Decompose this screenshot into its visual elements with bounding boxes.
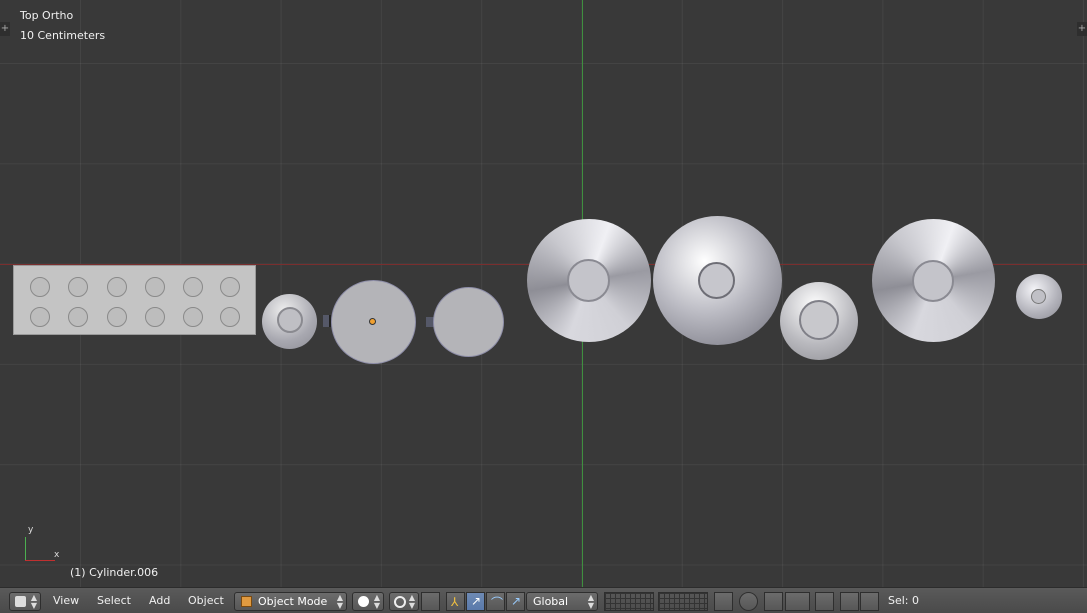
cylinder-object[interactable] [331, 280, 416, 364]
brick-stud [68, 307, 88, 327]
rotate-button[interactable]: ⌒ [486, 592, 505, 611]
brick-stud [183, 307, 203, 327]
brick-stud [145, 277, 165, 297]
brick-stud [220, 307, 240, 327]
sphere-object[interactable] [653, 216, 782, 345]
cone-opening [567, 259, 610, 302]
cup-opening [799, 300, 839, 340]
flat-disc-object[interactable] [433, 287, 504, 357]
x-axis-gizmo-line [25, 560, 55, 561]
chevron-updown-icon: ▲ ▼ [336, 593, 343, 610]
x-axis-gizmo-label: x [54, 550, 60, 560]
view-name-label: Top Ortho [20, 9, 74, 22]
medium-cup-object[interactable] [780, 282, 858, 360]
render-icon[interactable] [840, 592, 859, 611]
brick-stud [220, 277, 240, 297]
cylinder-side-handle[interactable] [323, 315, 331, 327]
object-menu[interactable]: Object [188, 594, 224, 607]
transform-orientation-dropdown[interactable]: Global ▲ ▼ [526, 592, 598, 611]
scale-icon: ↗ [511, 594, 522, 608]
pivot-point-dropdown[interactable]: ▲ ▼ [389, 592, 419, 611]
chevron-updown-icon: ▲ ▼ [30, 593, 37, 610]
knob-object[interactable] [1016, 274, 1062, 319]
brick-stud [30, 277, 50, 297]
cone-object[interactable] [872, 219, 995, 342]
snap-element-icon[interactable] [785, 592, 810, 611]
scale-button[interactable]: ↗ [506, 592, 525, 611]
right-region-plus-icon[interactable]: + [1077, 22, 1087, 36]
chevron-updown-icon: ▲ ▼ [587, 593, 594, 610]
brick-stud [145, 307, 165, 327]
mode-label: Object Mode [258, 595, 328, 608]
3d-viewport[interactable]: Top Ortho 10 Centimeters + + y x (1) Cyl… [0, 0, 1087, 587]
brick-stud [107, 307, 127, 327]
proportional-icon[interactable] [739, 592, 758, 611]
select-menu[interactable]: Select [97, 594, 131, 607]
translate-button[interactable]: ↗ [466, 592, 485, 611]
selection-count: Sel: 0 [888, 594, 920, 607]
small-cup-object[interactable] [262, 294, 317, 349]
orientation-label: Global [533, 595, 569, 608]
object-mode-icon [241, 596, 252, 607]
brick-stud [107, 277, 127, 297]
left-region-plus-icon[interactable]: + [0, 22, 10, 36]
axis-gizmo: y x [18, 525, 68, 565]
rotate-icon: ⌒ [491, 596, 504, 610]
3d-view-header: ▲ ▼ View Select Add Object Object Mode ▲ ▼… [0, 587, 1087, 613]
grid-scale-label: 10 Centimeters [20, 29, 106, 42]
brick-stud [68, 277, 88, 297]
layers-icon[interactable] [604, 592, 654, 611]
brick-stud [30, 307, 50, 327]
cone-object[interactable] [527, 219, 651, 342]
axis-manipulator-icon: ⅄ [451, 595, 459, 609]
sphere-opening [698, 262, 735, 299]
snap-target-icon[interactable] [815, 592, 834, 611]
snap-icon[interactable] [764, 592, 783, 611]
mode-dropdown[interactable]: Object Mode ▲ ▼ [234, 592, 347, 611]
chevron-updown-icon: ▲ ▼ [408, 593, 415, 610]
translate-icon: ↗ [471, 594, 482, 608]
3d-view-editor-icon [15, 596, 26, 607]
editor-type-button[interactable]: ▲ ▼ [9, 592, 41, 611]
brick-stud [183, 277, 203, 297]
shading-solid-icon [358, 596, 369, 607]
cone-opening [912, 260, 954, 302]
object-origin-icon [369, 318, 376, 325]
cup-opening [277, 307, 303, 333]
viewport-shading-dropdown[interactable]: ▲ ▼ [352, 592, 384, 611]
layers-icon[interactable] [658, 592, 708, 611]
clapper-icon[interactable] [860, 592, 879, 611]
manipulate-center-points-button[interactable] [421, 592, 440, 611]
lock-icon[interactable] [714, 592, 733, 611]
add-menu[interactable]: Add [149, 594, 170, 607]
chevron-updown-icon: ▲ ▼ [373, 593, 380, 610]
y-axis-gizmo-line [25, 537, 26, 561]
active-object-label: (1) Cylinder.006 [70, 566, 159, 579]
manipulator-toggle-button[interactable]: ⅄ [446, 592, 465, 611]
pivot-icon [394, 596, 406, 608]
lego-brick-object[interactable] [13, 265, 256, 335]
y-axis-gizmo-label: y [28, 525, 34, 535]
view-menu[interactable]: View [53, 594, 79, 607]
knob-center [1031, 289, 1046, 304]
